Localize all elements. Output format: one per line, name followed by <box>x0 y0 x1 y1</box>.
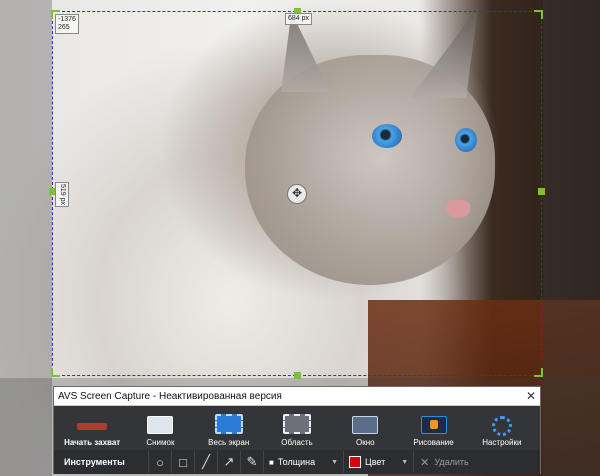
delete-label: Удалить <box>434 457 469 467</box>
edge-handle-right[interactable] <box>538 188 545 195</box>
window-icon <box>352 416 379 434</box>
camera-icon <box>147 416 174 434</box>
record-icon <box>77 423 108 430</box>
color-dropdown[interactable]: Цвет ▼ <box>343 451 413 473</box>
corner-handle-bottom-right[interactable] <box>534 368 543 377</box>
corner-handle-top-right[interactable] <box>534 10 543 19</box>
area-button[interactable]: Область <box>263 414 331 450</box>
edge-handle-bottom[interactable] <box>294 372 301 379</box>
main-toolbar: Начать захват Снимок Весь экран Область … <box>54 406 540 450</box>
pen-icon[interactable]: ✎ <box>240 451 263 473</box>
height-readout: 519 px <box>55 182 69 208</box>
settings-label: Настройки <box>482 438 522 447</box>
thickness-label: Толщина <box>277 457 316 467</box>
draw-button[interactable]: Рисование <box>399 416 467 450</box>
rectangle-icon[interactable]: □ <box>171 451 194 473</box>
start-capture-label: Начать захват <box>64 438 121 447</box>
width-readout: 684 px <box>285 13 313 25</box>
start-capture-button[interactable]: Начать захват <box>58 423 126 450</box>
height-value: 519 px <box>59 184 66 206</box>
arrow-icon[interactable]: ↗ <box>217 451 240 473</box>
snapshot-button[interactable]: Снимок <box>126 416 194 450</box>
avs-window: AVS Screen Capture - Неактивированная ве… <box>53 386 541 474</box>
fullscreen-label: Весь экран <box>208 438 250 447</box>
fullscreen-icon <box>214 414 243 434</box>
tools-label: Инструменты <box>64 457 125 467</box>
window-label: Окно <box>355 438 375 447</box>
thickness-dropdown[interactable]: ■ Толщина ▼ <box>263 451 343 473</box>
chevron-down-icon: ▼ <box>331 458 339 466</box>
area-icon <box>282 414 311 434</box>
corner-handle-bottom-left[interactable] <box>51 368 60 377</box>
offset-x: -1376 <box>58 16 76 23</box>
color-label: Цвет <box>365 457 386 467</box>
line-icon[interactable]: ╱ <box>194 451 217 473</box>
window-button[interactable]: Окно <box>331 416 399 450</box>
move-cross-icon[interactable]: ✥ <box>287 184 307 204</box>
tools-bar: Инструменты ○ □ ╱ ↗ ✎ ■ Толщина ▼ Цвет ▼… <box>54 450 540 474</box>
thickness-dot-icon: ■ <box>269 457 274 467</box>
delete-x-icon: ✕ <box>420 456 430 469</box>
fullscreen-button[interactable]: Весь экран <box>195 414 263 450</box>
snapshot-label: Снимок <box>146 438 175 447</box>
gear-icon <box>491 416 512 436</box>
offset-readout: -1376 265 <box>55 14 79 34</box>
area-label: Область <box>281 438 313 447</box>
delete-button[interactable]: ✕ Удалить <box>413 451 469 473</box>
width-value: 684 px <box>288 15 310 22</box>
window-title: AVS Screen Capture - Неактивированная ве… <box>58 390 282 402</box>
draw-label: Рисование <box>413 438 454 447</box>
window-titlebar[interactable]: AVS Screen Capture - Неактивированная ве… <box>54 387 540 406</box>
chevron-down-icon: ▼ <box>401 458 409 466</box>
ellipse-icon[interactable]: ○ <box>148 451 171 473</box>
color-swatch <box>349 456 362 468</box>
offset-y: 265 <box>58 24 70 31</box>
close-icon[interactable]: ✕ <box>522 389 540 403</box>
draw-icon <box>420 416 447 434</box>
settings-button[interactable]: Настройки <box>468 416 536 450</box>
